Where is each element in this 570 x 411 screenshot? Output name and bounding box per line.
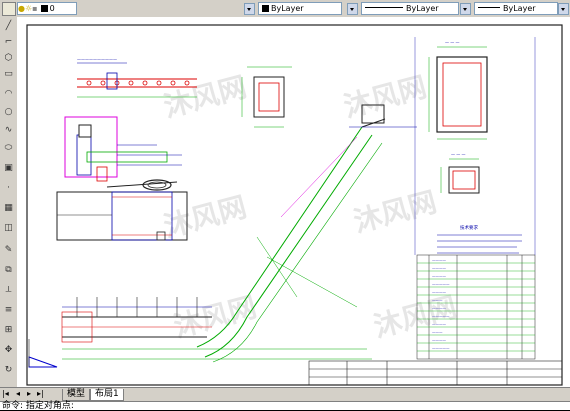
lock-icon: ▪ bbox=[32, 4, 38, 13]
svg-text:—————: ————— bbox=[432, 314, 450, 318]
arc-tool-icon[interactable]: ◠ bbox=[3, 89, 14, 100]
erase-tool-icon[interactable]: ✎ bbox=[3, 245, 14, 256]
layer-dropdown[interactable] bbox=[244, 3, 255, 15]
section-view-large: — — — bbox=[428, 40, 488, 140]
move-tool-icon[interactable]: ✥ bbox=[3, 345, 14, 356]
svg-text:———: ——— bbox=[432, 298, 443, 302]
title-block bbox=[308, 360, 563, 386]
offset-tool-icon[interactable]: ≡ bbox=[3, 305, 14, 316]
mirror-tool-icon[interactable]: ⟂ bbox=[3, 285, 14, 296]
tab-prev-icon[interactable]: ◂ bbox=[16, 389, 20, 398]
hatch-tool-icon[interactable]: ▦ bbox=[3, 203, 14, 214]
watermark-text: 沐风网 bbox=[350, 185, 440, 239]
svg-text:————: ———— bbox=[432, 258, 447, 262]
ellipse-tool-icon[interactable]: ⬭ bbox=[3, 143, 14, 154]
watermark-text: 沐风网 bbox=[160, 190, 250, 244]
section-view-small bbox=[241, 66, 292, 128]
svg-text:—————: ————— bbox=[432, 282, 450, 286]
svg-text:————: ———— bbox=[432, 274, 447, 278]
line-sample-icon bbox=[478, 7, 500, 8]
view-label: — — — bbox=[445, 40, 460, 45]
line-sample-icon bbox=[365, 7, 403, 8]
svg-text:————: ———— bbox=[432, 266, 447, 270]
copy-tool-icon[interactable]: ⧉ bbox=[3, 265, 14, 276]
color-combo[interactable]: ByLayer bbox=[258, 2, 342, 15]
drawing-svg: 沐风网 沐风网 沐风网 沐风网 沐风网 沐风网 —————————— — — —… bbox=[26, 24, 563, 386]
lineweight-combo-label: ByLayer bbox=[503, 4, 536, 13]
tech-notes: 技术要求 bbox=[437, 224, 522, 254]
spline-tool-icon[interactable]: ∿ bbox=[3, 125, 14, 136]
insert-block-icon[interactable]: ▣ bbox=[3, 163, 14, 174]
drive-assembly bbox=[64, 116, 182, 191]
layout-tabs-bar: |◂ ◂ ▸ ▸| 模型 布局1 bbox=[0, 387, 570, 402]
svg-text:————: ———— bbox=[432, 290, 447, 294]
drawing-canvas[interactable]: 沐风网 沐风网 沐风网 沐风网 沐风网 沐风网 —————————— — — —… bbox=[17, 17, 570, 387]
svg-text:————: ———— bbox=[432, 322, 447, 326]
properties-toolbar: ●☼▪ 0 ByLayer ByLayer ByLayer bbox=[0, 0, 570, 18]
polyline-tool-icon[interactable]: ⌐ bbox=[3, 37, 14, 48]
draw-toolbar: ╱ ⌐ ⬡ ▭ ◠ ○ ∿ ⬭ ▣ · ▦ ◫ ✎ ⧉ ⟂ ≡ ⊞ ✥ ↻ bbox=[0, 17, 18, 387]
tab-last-icon[interactable]: ▸| bbox=[37, 389, 44, 398]
layer-combo[interactable]: ●☼▪ 0 bbox=[17, 2, 77, 15]
linetype-combo[interactable]: ByLayer bbox=[361, 2, 459, 15]
rectangle-tool-icon[interactable]: ▭ bbox=[3, 69, 14, 80]
bulb-icon: ● bbox=[18, 4, 25, 13]
rotate-tool-icon[interactable]: ↻ bbox=[3, 365, 14, 376]
point-tool-icon[interactable]: · bbox=[3, 183, 14, 194]
linetype-combo-label: ByLayer bbox=[406, 4, 439, 13]
lineweight-dropdown[interactable] bbox=[558, 3, 569, 15]
circle-tool-icon[interactable]: ○ bbox=[3, 107, 14, 118]
watermark-text: 沐风网 bbox=[340, 70, 430, 124]
svg-text:———: ——— bbox=[432, 330, 443, 334]
polygon-tool-icon[interactable]: ⬡ bbox=[3, 53, 14, 64]
tab-layout1[interactable]: 布局1 bbox=[90, 389, 124, 401]
svg-text:—————: ————— bbox=[432, 346, 450, 350]
view-label: — — — bbox=[451, 152, 466, 157]
side-view-small bbox=[28, 339, 58, 368]
tab-next-icon[interactable]: ▸ bbox=[27, 389, 31, 398]
line-tool-icon[interactable]: ╱ bbox=[3, 21, 14, 32]
color-swatch-icon bbox=[40, 5, 48, 12]
linetype-dropdown[interactable] bbox=[460, 3, 471, 15]
svg-text:————: ———— bbox=[432, 306, 447, 310]
svg-text:————: ———— bbox=[432, 338, 447, 342]
dimension-label: —————————— bbox=[77, 57, 117, 62]
region-tool-icon[interactable]: ◫ bbox=[3, 223, 14, 234]
tech-notes-title: 技术要求 bbox=[460, 224, 478, 231]
color-combo-label: ByLayer bbox=[271, 4, 304, 13]
tab-first-icon[interactable]: |◂ bbox=[2, 389, 9, 398]
array-tool-icon[interactable]: ⊞ bbox=[3, 325, 14, 336]
command-line[interactable]: 命令: 指定对角点: bbox=[0, 401, 570, 411]
layer-number: 0 bbox=[49, 4, 55, 13]
color-dropdown[interactable] bbox=[347, 3, 358, 15]
color-swatch-icon bbox=[262, 5, 269, 12]
tab-model[interactable]: 模型 bbox=[62, 389, 91, 401]
section-view-medium: — — — bbox=[440, 152, 480, 194]
layer-manager-button[interactable] bbox=[2, 2, 16, 16]
lineweight-combo[interactable]: ByLayer bbox=[474, 2, 558, 15]
